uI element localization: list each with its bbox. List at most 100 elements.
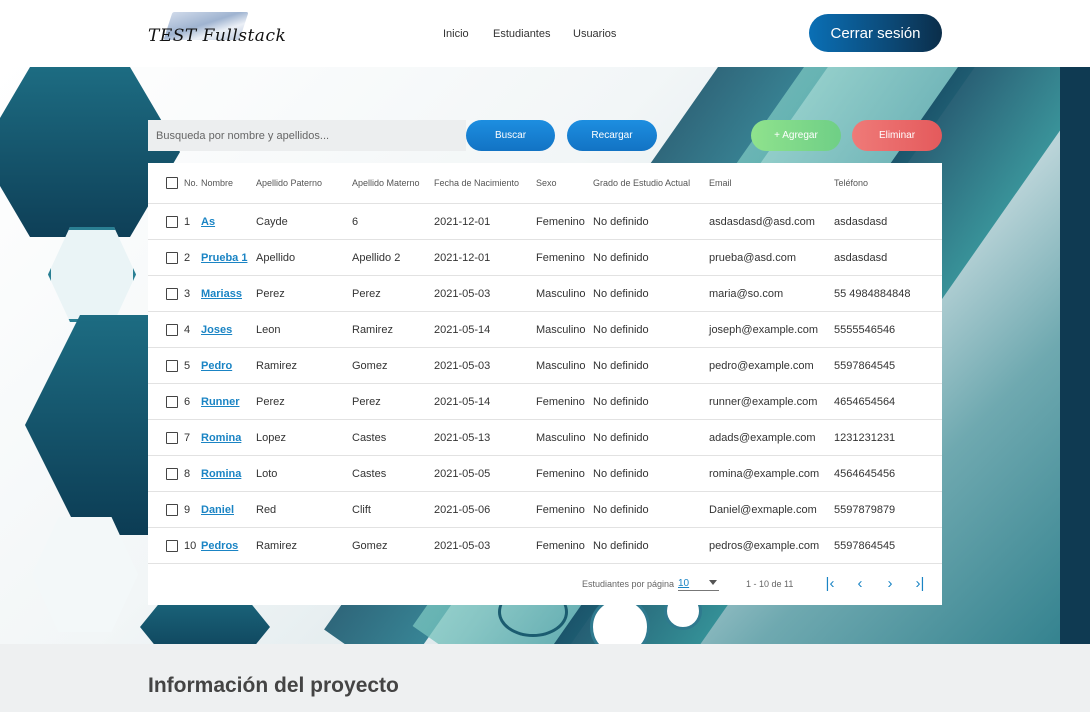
- row-checkbox[interactable]: [166, 323, 178, 336]
- chevron-right-icon[interactable]: ›: [881, 574, 899, 592]
- email-cell: maria@so.com: [709, 287, 784, 300]
- apellido-materno-cell: Clift: [352, 503, 371, 516]
- row-checkbox[interactable]: [166, 431, 178, 444]
- row-checkbox[interactable]: [166, 359, 178, 372]
- row-number: 4: [184, 323, 191, 336]
- table-row[interactable]: 10 Pedros Ramirez Gomez 2021-05-03 Femenino No…: [148, 528, 942, 564]
- apellido-materno-cell: 6: [352, 215, 359, 228]
- fecha-nacimiento-cell: 2021-12-01: [434, 251, 491, 264]
- telefono-cell: asdasdasd: [834, 215, 888, 228]
- reload-button[interactable]: Recargar: [567, 120, 657, 151]
- student-name-link[interactable]: Mariass: [201, 276, 242, 311]
- apellido-paterno-cell: Lopez: [256, 431, 286, 444]
- column-header-grado: Grado de Estudio Actual: [593, 178, 691, 188]
- column-header-apellido-materno: Apellido Materno: [352, 178, 420, 188]
- add-button[interactable]: + Agregar: [751, 120, 841, 151]
- row-number: 8: [184, 467, 191, 480]
- apellido-materno-cell: Castes: [352, 431, 387, 444]
- table-row[interactable]: 8 Romina Loto Castes 2021-05-05 Femenino No de…: [148, 456, 942, 492]
- row-checkbox[interactable]: [166, 215, 178, 228]
- fecha-nacimiento-cell: 2021-05-03: [434, 359, 491, 372]
- table-row[interactable]: 9 Daniel Red Clift 2021-05-06 Femenino No defi…: [148, 492, 942, 528]
- chevron-left-icon[interactable]: ‹: [851, 574, 869, 592]
- email-cell: pedros@example.com: [709, 539, 820, 552]
- page-size-select[interactable]: 10: [678, 577, 719, 591]
- telefono-cell: asdasdasd: [834, 251, 888, 264]
- row-checkbox[interactable]: [166, 503, 178, 516]
- fecha-nacimiento-cell: 2021-05-14: [434, 323, 491, 336]
- student-name-link[interactable]: Romina: [201, 456, 241, 491]
- telefono-cell: 5597864545: [834, 539, 896, 552]
- column-header-apellido-paterno: Apellido Paterno: [256, 178, 323, 188]
- row-checkbox[interactable]: [166, 395, 178, 408]
- email-cell: prueba@asd.com: [709, 251, 796, 264]
- search-button[interactable]: Buscar: [466, 120, 555, 151]
- grado-estudio-cell: No definido: [593, 359, 649, 372]
- email-cell: asdasdasd@asd.com: [709, 215, 815, 228]
- student-name-link[interactable]: Pedro: [201, 348, 232, 383]
- grado-estudio-cell: No definido: [593, 503, 649, 516]
- column-header-sexo: Sexo: [536, 178, 557, 188]
- search-input[interactable]: [148, 120, 466, 151]
- section-title: Información del proyecto: [148, 674, 399, 697]
- apellido-paterno-cell: Ramirez: [256, 539, 297, 552]
- nav-link-usuarios[interactable]: Usuarios: [573, 28, 616, 40]
- paginator: Estudiantes por página 10 1 - 10 de 11 |…: [148, 563, 942, 605]
- sexo-cell: Femenino: [536, 503, 585, 516]
- logout-button[interactable]: Cerrar sesión: [809, 14, 942, 52]
- fecha-nacimiento-cell: 2021-05-14: [434, 395, 491, 408]
- apellido-paterno-cell: Perez: [256, 287, 285, 300]
- chevron-down-icon: [709, 580, 717, 585]
- app-logo[interactable]: TEST Fullstack: [148, 12, 286, 52]
- telefono-cell: 5597879879: [834, 503, 896, 516]
- student-name-link[interactable]: Runner: [201, 384, 240, 419]
- apellido-materno-cell: Gomez: [352, 359, 388, 372]
- email-cell: pedro@example.com: [709, 359, 814, 372]
- row-number: 10: [184, 539, 197, 552]
- column-header-email: Email: [709, 178, 732, 188]
- sexo-cell: Femenino: [536, 215, 585, 228]
- row-checkbox[interactable]: [166, 467, 178, 480]
- student-name-link[interactable]: Pedros: [201, 528, 238, 563]
- row-checkbox[interactable]: [166, 251, 178, 264]
- apellido-paterno-cell: Leon: [256, 323, 281, 336]
- telefono-cell: 4564645456: [834, 467, 896, 480]
- delete-button[interactable]: Eliminar: [852, 120, 942, 151]
- student-name-link[interactable]: Daniel: [201, 492, 234, 527]
- sexo-cell: Masculino: [536, 323, 586, 336]
- student-name-link[interactable]: Joses: [201, 312, 232, 347]
- apellido-paterno-cell: Perez: [256, 395, 285, 408]
- top-navbar: TEST Fullstack Inicio Estudiantes Usuari…: [0, 0, 1090, 67]
- nav-link-estudiantes[interactable]: Estudiantes: [493, 28, 550, 40]
- apellido-materno-cell: Apellido 2: [352, 251, 401, 264]
- grado-estudio-cell: No definido: [593, 467, 649, 480]
- student-name-link[interactable]: Romina: [201, 420, 241, 455]
- table-row[interactable]: 7 Romina Lopez Castes 2021-05-13 Masculino No …: [148, 420, 942, 456]
- sexo-cell: Masculino: [536, 431, 586, 444]
- grado-estudio-cell: No definido: [593, 431, 649, 444]
- column-header-fecha: Fecha de Nacimiento: [434, 178, 520, 188]
- apellido-materno-cell: Perez: [352, 395, 381, 408]
- table-row[interactable]: 4 Joses Leon Ramirez 2021-05-14 Masculino No d…: [148, 312, 942, 348]
- table-row[interactable]: 6 Runner Perez Perez 2021-05-14 Femenino No de…: [148, 384, 942, 420]
- last-page-icon[interactable]: ›|: [911, 574, 929, 592]
- page-size-label: Estudiantes por página: [582, 579, 675, 589]
- student-name-link[interactable]: As: [201, 204, 215, 239]
- student-name-link[interactable]: Prueba 1: [201, 240, 247, 275]
- table-header-row: No. Nombre Apellido Paterno Apellido Mat…: [148, 163, 942, 204]
- select-all-checkbox[interactable]: [166, 177, 178, 189]
- grado-estudio-cell: No definido: [593, 251, 649, 264]
- table-row[interactable]: 1 As Cayde 6 2021-12-01 Femenino No definido as…: [148, 204, 942, 240]
- table-row[interactable]: 2 Prueba 1 Apellido Apellido 2 2021-12-01 Fem…: [148, 240, 942, 276]
- table-row[interactable]: 5 Pedro Ramirez Gomez 2021-05-03 Masculino No …: [148, 348, 942, 384]
- table-row[interactable]: 3 Mariass Perez Perez 2021-05-03 Masculino No …: [148, 276, 942, 312]
- nav-link-inicio[interactable]: Inicio: [443, 28, 469, 40]
- row-checkbox[interactable]: [166, 287, 178, 300]
- grado-estudio-cell: No definido: [593, 215, 649, 228]
- first-page-icon[interactable]: |‹: [821, 574, 839, 592]
- telefono-cell: 5597864545: [834, 359, 896, 372]
- row-checkbox[interactable]: [166, 539, 178, 552]
- grado-estudio-cell: No definido: [593, 323, 649, 336]
- email-cell: adads@example.com: [709, 431, 816, 444]
- apellido-materno-cell: Gomez: [352, 539, 388, 552]
